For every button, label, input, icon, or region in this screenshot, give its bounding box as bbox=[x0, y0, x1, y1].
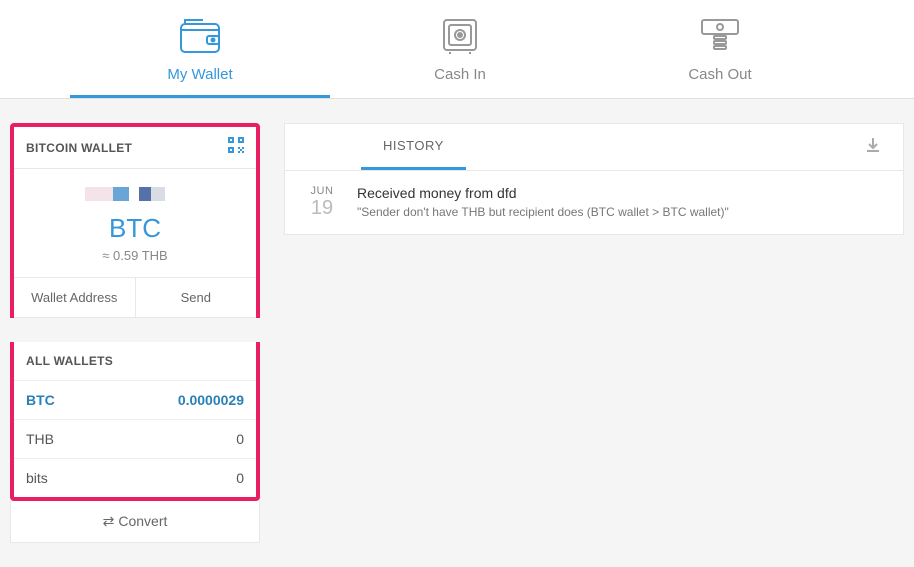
nav-tab-label: Cash In bbox=[434, 66, 486, 83]
main-content: BITCOIN WALLET BTC ≈ 0.59 THB bbox=[0, 99, 914, 567]
cash-out-icon bbox=[698, 12, 742, 60]
all-wallets-title: ALL WALLETS bbox=[14, 342, 256, 380]
wallet-row-amount: 0 bbox=[236, 470, 244, 486]
wallet-row-btc[interactable]: BTC 0.0000029 bbox=[14, 380, 256, 419]
qr-code-button[interactable] bbox=[228, 137, 244, 158]
nav-tab-label: Cash Out bbox=[688, 66, 751, 83]
nav-tab-my-wallet[interactable]: My Wallet bbox=[70, 0, 330, 98]
wallet-row-currency: bits bbox=[26, 470, 48, 486]
wallet-row-currency: BTC bbox=[26, 392, 55, 408]
wallet-row-thb[interactable]: THB 0 bbox=[14, 419, 256, 458]
nav-tab-cash-in[interactable]: Cash In bbox=[330, 0, 590, 98]
history-panel: HISTORY JUN 19 Received money from dfd "… bbox=[284, 123, 904, 235]
bitcoin-wallet-card: BITCOIN WALLET BTC ≈ 0.59 THB bbox=[10, 123, 260, 501]
convert-icon: ⇄ bbox=[103, 513, 115, 530]
history-tabs: HISTORY bbox=[361, 124, 466, 170]
download-button[interactable] bbox=[859, 131, 887, 164]
wallet-header: BITCOIN WALLET bbox=[14, 127, 256, 169]
currency-label: BTC bbox=[24, 213, 246, 244]
nav-tab-label: My Wallet bbox=[167, 66, 232, 83]
wallet-header-title: BITCOIN WALLET bbox=[26, 141, 132, 155]
safe-icon bbox=[440, 12, 480, 60]
wallet-row-amount: 0 bbox=[236, 431, 244, 447]
wallet-row-amount: 0.0000029 bbox=[178, 392, 244, 408]
history-header: HISTORY bbox=[285, 124, 903, 171]
transaction-row[interactable]: JUN 19 Received money from dfd "Sender d… bbox=[285, 171, 903, 234]
wallet-row-currency: THB bbox=[26, 431, 54, 447]
transaction-note: "Sender don't have THB but recipient doe… bbox=[357, 205, 799, 219]
sidebar: BITCOIN WALLET BTC ≈ 0.59 THB bbox=[10, 123, 260, 543]
wallet-address-button[interactable]: Wallet Address bbox=[14, 278, 136, 317]
convert-button[interactable]: ⇄Convert bbox=[10, 501, 260, 543]
balance-amount-redacted bbox=[24, 187, 246, 207]
transaction-body: Received money from dfd "Sender don't ha… bbox=[357, 185, 799, 219]
history-tab[interactable]: HISTORY bbox=[361, 124, 466, 170]
convert-label: Convert bbox=[118, 513, 167, 529]
nav-tab-cash-out[interactable]: Cash Out bbox=[590, 0, 850, 98]
wallet-icon bbox=[177, 12, 223, 60]
transaction-title: Received money from dfd bbox=[357, 185, 799, 201]
send-button[interactable]: Send bbox=[136, 278, 257, 317]
transaction-month: JUN bbox=[303, 185, 341, 197]
nav-tabs: My Wallet Cash In bbox=[70, 0, 850, 98]
content-area: HISTORY JUN 19 Received money from dfd "… bbox=[284, 123, 904, 543]
transaction-date: JUN 19 bbox=[303, 185, 341, 220]
top-nav: My Wallet Cash In bbox=[0, 0, 914, 99]
transaction-day: 19 bbox=[303, 197, 341, 220]
wallet-actions: Wallet Address Send bbox=[14, 277, 256, 318]
wallet-row-bits[interactable]: bits 0 bbox=[14, 458, 256, 497]
balance-area: BTC ≈ 0.59 THB bbox=[14, 169, 256, 277]
approx-value: ≈ 0.59 THB bbox=[24, 248, 246, 263]
